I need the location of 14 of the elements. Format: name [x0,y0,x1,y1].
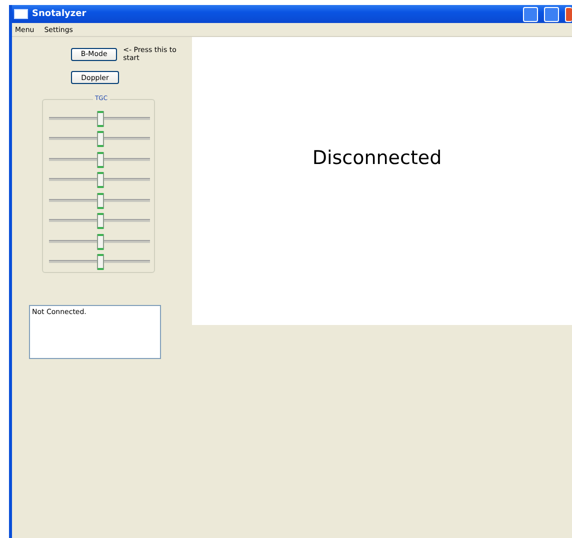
slider-thumb[interactable] [96,213,104,230]
slider-thumb[interactable] [96,234,104,250]
slider-thumb[interactable] [96,131,104,148]
slider-thumb[interactable] [96,254,104,270]
slider-thumb[interactable] [96,152,104,168]
maximize-button[interactable] [544,6,559,22]
slider-thumb[interactable] [96,172,104,188]
slider-thumb[interactable] [96,192,104,209]
status-message: Disconnected [312,147,442,171]
slider-thumb[interactable] [96,110,104,127]
close-button[interactable] [565,6,572,22]
minimize-button[interactable] [523,6,538,22]
window-title: Snotalyzer [32,9,88,19]
window-icon [14,9,28,19]
